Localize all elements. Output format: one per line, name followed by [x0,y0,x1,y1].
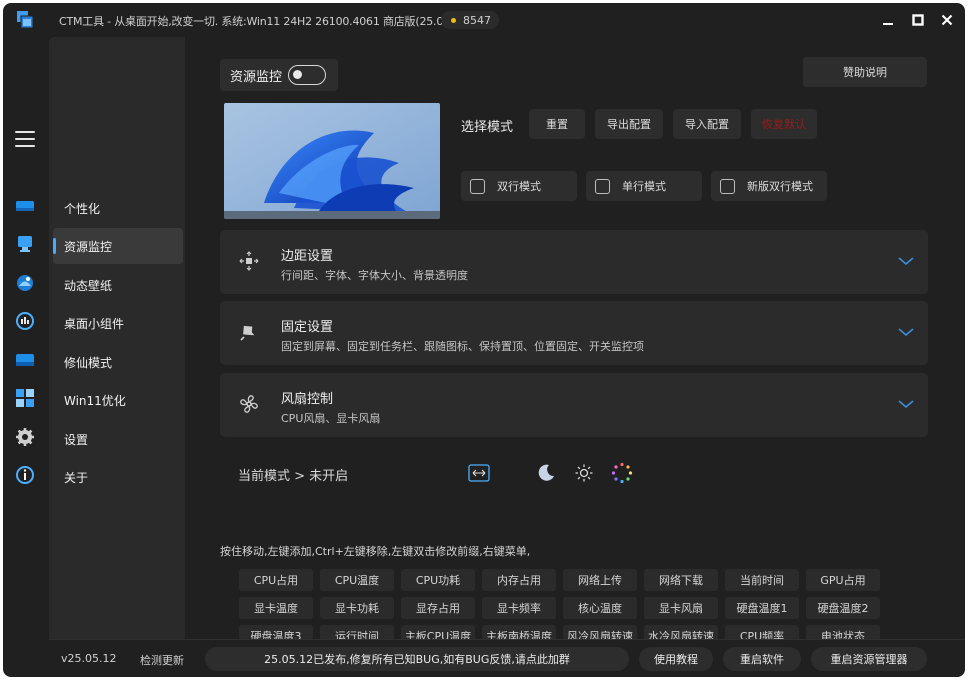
card-title: 固定设置 [281,320,334,335]
reset-button[interactable]: 重置 [529,109,585,139]
restart-explorer-button[interactable]: 重启资源管理器 [811,647,927,671]
current-mode-text: 当前模式 > 未开启 [238,469,349,484]
restore-default-button[interactable]: 恢复默认 [751,109,817,139]
monitor-tag[interactable]: 网络下载 [644,569,718,591]
restart-app-button[interactable]: 重启软件 [723,647,801,671]
help-button[interactable]: 赞助说明 [803,57,927,87]
personalize-rail-icon[interactable] [15,196,35,216]
chevron-down-icon[interactable] [898,399,914,409]
card-subtitle: 行间距、字体、字体大小、背景透明度 [281,269,468,282]
sidebar-item-win11-optimize[interactable]: Win11优化 [53,382,183,418]
badge-count: 8547 [463,13,491,27]
app-window: CTM工具 - 从桌面开始,改变一切. 系统:Win11 24H2 26100.… [3,3,965,677]
widget-rail-icon[interactable] [15,311,35,331]
dark-theme-button[interactable] [533,460,559,486]
monitor-rail-icon[interactable] [15,234,35,254]
about-info-icon[interactable] [15,465,35,485]
tutorial-button[interactable]: 使用教程 [639,647,713,671]
version-label: v25.05.12 [61,652,117,665]
monitor-tag[interactable]: 显存占用 [401,597,475,619]
monitor-tag[interactable]: 显卡温度 [239,597,313,619]
window-title: CTM工具 - 从桌面开始,改变一切. 系统:Win11 24H2 26100.… [59,15,471,28]
win11-bloom-image [224,103,440,219]
sidebar-item-live-wallpaper[interactable]: 动态壁纸 [53,267,183,303]
monitor-tag[interactable]: CPU功耗 [401,569,475,591]
monitor-tag[interactable]: CPU温度 [320,569,394,591]
checkbox-box [595,178,610,194]
monitor-tag[interactable]: GPU占用 [806,569,880,591]
card-subtitle: CPU风扇、显卡风扇 [281,412,381,425]
announcement-banner[interactable]: 25.05.12已发布,修复所有已知BUG,如有BUG反馈,请点此加群 [205,647,629,671]
monitor-tag[interactable]: 核心温度 [563,597,637,619]
fan-icon [240,395,258,413]
card-title: 边距设置 [281,249,334,264]
light-theme-button[interactable] [571,460,597,486]
immortal-mode-rail-icon[interactable] [15,350,35,370]
sidebar-item-personalize[interactable]: 个性化 [53,190,183,226]
sidebar-item-resource-monitor[interactable]: 资源监控 [53,228,183,264]
wallpaper-preview [224,103,440,219]
settings-gear-icon[interactable] [15,427,35,447]
horizontal-expand-button[interactable] [466,460,492,486]
monitor-tag[interactable]: 硬盘温度1 [725,597,799,619]
single-line-mode-checkbox[interactable]: 单行模式 [586,171,702,201]
pin-icon [240,325,255,341]
hamburger-menu-icon[interactable] [15,131,35,147]
color-palette-icon [611,462,633,484]
margin-icon [239,251,259,271]
margin-settings-card[interactable]: 边距设置 行间距、字体、字体大小、背景透明度 [220,230,928,294]
monitor-toggle-label: 资源监控 [230,69,283,85]
checkbox-box [470,178,485,194]
fan-control-card[interactable]: 风扇控制 CPU风扇、显卡风扇 [220,373,928,437]
monitor-toggle-switch[interactable] [288,65,327,85]
maximize-button[interactable] [903,8,933,32]
card-subtitle: 固定到屏幕、固定到任务栏、跟随图标、保持置顶、位置固定、开关监控项 [281,340,644,353]
moon-icon [538,464,554,481]
title-bar[interactable]: CTM工具 - 从桌面开始,改变一切. 系统:Win11 24H2 26100.… [3,3,965,37]
pin-settings-card[interactable]: 固定设置 固定到屏幕、固定到任务栏、跟随图标、保持置顶、位置固定、开关监控项 [220,301,928,365]
checkbox-label: 双行模式 [497,180,541,193]
monitor-toggle-group: 资源监控 [220,59,338,91]
monitor-tag[interactable]: 网络上传 [563,569,637,591]
monitor-tag[interactable]: 当前时间 [725,569,799,591]
chevron-down-icon[interactable] [898,256,914,266]
checkbox-box [720,178,735,194]
monitor-tag[interactable]: 显卡功耗 [320,597,394,619]
minimize-icon [883,23,893,25]
badge-chip[interactable]: 8547 [441,11,499,29]
badge-dot-icon [451,17,456,23]
app-logo-icon [17,11,34,29]
maximize-icon [912,14,924,26]
monitor-tag[interactable]: 内存占用 [482,569,556,591]
close-icon [941,14,953,26]
sidebar-item-desktop-widgets[interactable]: 桌面小组件 [53,305,183,341]
sun-icon [575,464,593,482]
import-config-button[interactable]: 导入配置 [673,109,741,139]
wallpaper-rail-icon[interactable] [15,273,35,293]
color-theme-button[interactable] [609,460,635,486]
monitor-tag[interactable]: 硬盘温度2 [806,597,880,619]
chevron-down-icon[interactable] [898,327,914,337]
win11-optimize-rail-icon[interactable] [15,388,35,408]
export-config-button[interactable]: 导出配置 [595,109,663,139]
checkbox-label: 新版双行模式 [747,180,813,193]
card-title: 风扇控制 [281,392,334,407]
minimize-button[interactable] [873,8,903,32]
expand-horizontal-icon [468,464,490,482]
mode-select-label: 选择模式 [461,120,514,135]
check-update-link[interactable]: 检测更新 [140,652,184,668]
sidebar: 个性化 资源监控 动态壁纸 桌面小组件 修仙模式 Win11优化 设置 关于 [49,37,185,639]
double-line-mode-checkbox[interactable]: 双行模式 [461,171,577,201]
monitor-tag[interactable]: 显卡风扇 [644,597,718,619]
sidebar-item-immortal-mode[interactable]: 修仙模式 [53,344,183,380]
operation-hint: 按住移动,左键添加,Ctrl+左键移除,左键双击修改前缀,右键菜单, [220,545,531,558]
sidebar-item-settings[interactable]: 设置 [53,421,183,457]
monitor-tag[interactable]: 显卡频率 [482,597,556,619]
close-button[interactable] [932,8,962,32]
checkbox-label: 单行模式 [622,180,666,193]
monitor-tag[interactable]: CPU占用 [239,569,313,591]
sidebar-item-about[interactable]: 关于 [53,459,183,495]
new-double-line-mode-checkbox[interactable]: 新版双行模式 [711,171,827,201]
